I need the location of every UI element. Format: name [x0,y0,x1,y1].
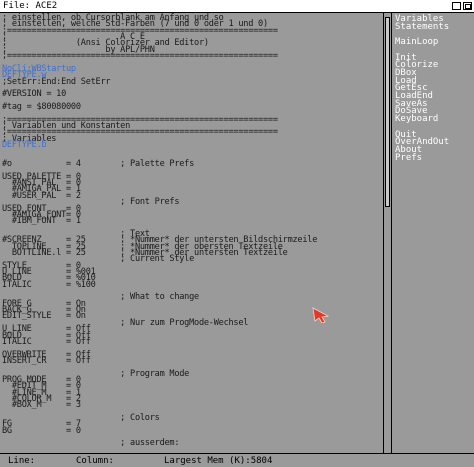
sidebar-item[interactable]: Prefs [395,153,422,162]
sidebar-item[interactable]: MainLoop [395,38,438,47]
window-title: File: ACE2 [3,1,58,11]
editor-scrollbar[interactable] [383,13,391,453]
status-largest-mem: Largest Mem (K):5804 [164,456,273,466]
code-line[interactable]: ; ausserdem: [2,439,179,448]
code-line[interactable]: INSERT_CR = Off [2,357,91,366]
code-line[interactable]: #IBM_FONT = 1 [2,217,81,226]
code-editor[interactable]: ; einstellen, ob Cursorblank am Anfang u… [0,13,383,453]
code-line[interactable]: ITALIC = %100 [2,280,96,289]
code-line[interactable]: DEFTYPE.b [2,141,47,150]
code-line[interactable]: #VERSION = 10 [2,90,66,99]
code-line[interactable]: ;=======================================… [2,52,278,61]
scrollbar-knob[interactable] [385,17,390,207]
status-line: Line: [8,456,36,466]
status-column: Column: [76,456,114,466]
zoom-gadget-icon[interactable] [463,2,472,10]
sidebar-item[interactable]: Keyboard [395,115,438,124]
code-line[interactable]: #tag = $80080000 [2,103,81,112]
code-line[interactable]: #o = 4 ; Palette Prefs [2,160,194,169]
window-titlebar[interactable]: File: ACE2 [0,0,474,13]
code-line[interactable]: ;SetErr:End:End SetErr [2,77,111,86]
code-line[interactable]: BG = 0 [2,426,81,435]
code-line[interactable]: ITALIC = Off [2,338,91,347]
sidebar-item[interactable]: Statements [395,22,449,31]
depth-gadget-icon[interactable] [452,2,461,10]
mouse-pointer-icon [312,307,330,323]
label-list-sidebar[interactable]: Variables Statements MainLoop Init Colorize D… [391,13,474,453]
code-line[interactable]: #BOX_M = 3 [2,401,81,410]
status-bar: Line: Column: Largest Mem (K):5804 [0,453,474,467]
